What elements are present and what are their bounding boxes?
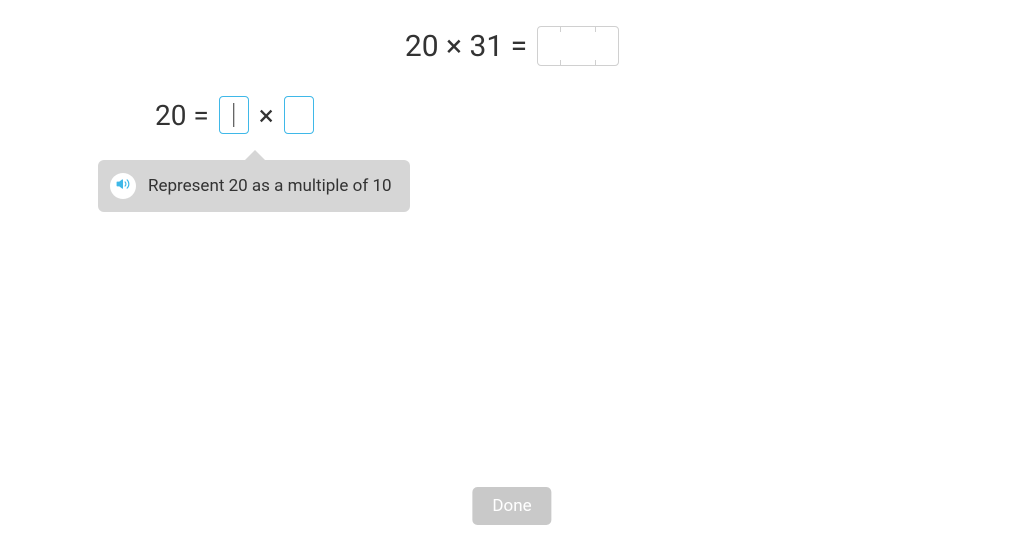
- audio-button[interactable]: [110, 173, 136, 199]
- sub-equation-operator: ×: [259, 99, 274, 132]
- factor-input-1[interactable]: [219, 96, 249, 134]
- speaker-icon: [116, 176, 130, 196]
- main-equation: 20 × 31 =: [0, 26, 1024, 66]
- hint-text: Represent 20 as a multiple of 10: [148, 176, 392, 196]
- factor-input-2[interactable]: [284, 96, 314, 134]
- sub-equation: 20 = ×: [155, 96, 314, 134]
- sub-equation-lhs: 20 =: [155, 99, 209, 132]
- main-equation-lhs: 20 × 31 =: [405, 29, 527, 64]
- hint-tooltip: Represent 20 as a multiple of 10: [98, 160, 410, 212]
- done-button[interactable]: Done: [472, 487, 551, 525]
- answer-input[interactable]: [537, 26, 619, 66]
